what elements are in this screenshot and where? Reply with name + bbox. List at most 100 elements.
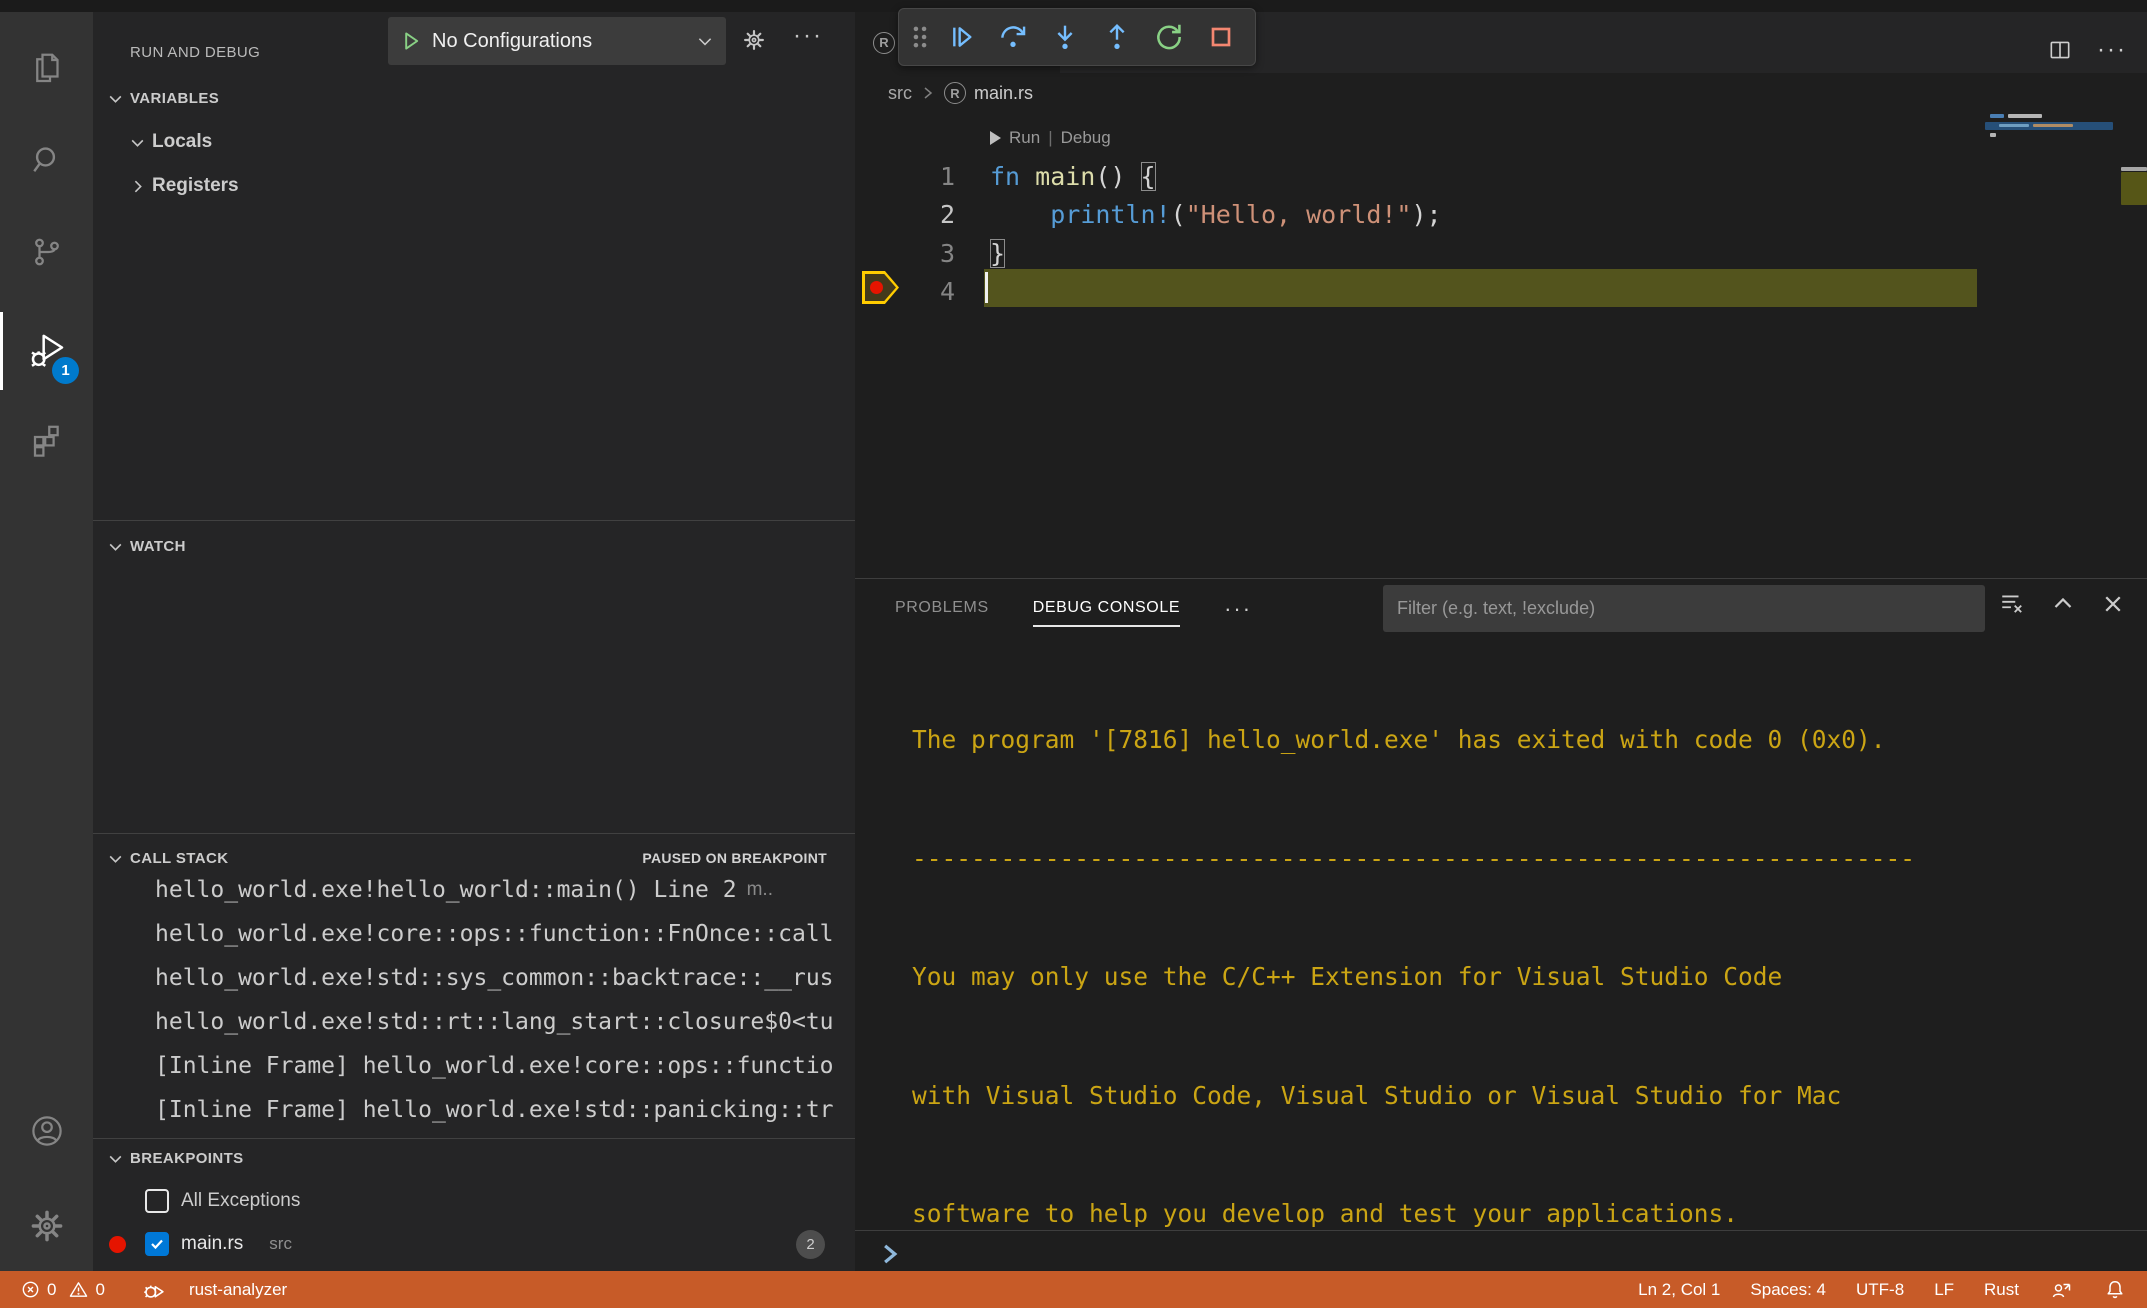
breakpoint-dot-icon <box>109 1236 126 1253</box>
settings-gear-icon[interactable] <box>0 1190 93 1262</box>
account-icon[interactable] <box>0 1095 93 1167</box>
chevron-down-icon <box>696 32 714 50</box>
stack-frame[interactable]: [Inline Frame] hello_world.exe!core::ops… <box>155 1044 855 1088</box>
close-panel-icon[interactable] <box>2101 592 2125 616</box>
debug-console-output: The program '[7816] hello_world.exe' has… <box>912 641 2142 1308</box>
debug-settings-gear-icon[interactable] <box>741 27 767 53</box>
breadcrumb-file[interactable]: main.rs <box>974 83 1033 104</box>
line-number: 1 <box>900 157 955 196</box>
debug-badge: 1 <box>52 357 79 384</box>
debug-status-icon[interactable] <box>141 1277 167 1303</box>
launch-configuration-dropdown[interactable]: No Configurations <box>388 17 726 65</box>
sidebar-title: RUN AND DEBUG <box>130 30 260 74</box>
feedback-icon[interactable] <box>2049 1278 2073 1302</box>
start-debug-icon[interactable] <box>400 30 422 52</box>
minimap[interactable] <box>1985 85 2120 545</box>
stack-frame[interactable]: hello_world.exe!hello_world::main() Line… <box>155 868 855 912</box>
stack-frame[interactable]: hello_world.exe!std::sys_common::backtra… <box>155 956 855 1000</box>
toolbar-gripper-icon[interactable] <box>909 24 931 50</box>
tab-debug-console[interactable]: DEBUG CONSOLE <box>1033 599 1180 627</box>
encoding-status[interactable]: UTF-8 <box>1856 1280 1904 1300</box>
console-line: software to help you develop and test yo… <box>912 1194 2142 1234</box>
chevron-down-icon <box>107 850 124 867</box>
language-status[interactable]: Rust <box>1984 1280 2019 1300</box>
activity-bar: 1 <box>0 12 93 1271</box>
maximize-panel-icon[interactable] <box>2051 592 2075 616</box>
panel-action-icons <box>1999 591 2125 617</box>
tab-problems[interactable]: PROBLEMS <box>895 599 989 627</box>
configuration-label: No Configurations <box>432 30 696 53</box>
split-editor-icon[interactable] <box>2047 37 2073 63</box>
all-exceptions-row[interactable]: All Exceptions <box>93 1181 855 1221</box>
watch-section-header[interactable]: WATCH <box>93 528 855 564</box>
warning-icon <box>68 1279 89 1300</box>
codelens-run-link[interactable]: Run <box>1009 128 1040 148</box>
line-number: 4 <box>900 273 955 312</box>
console-line: with Visual Studio Code, Visual Studio o… <box>912 1076 2142 1116</box>
main-rs-breakpoint-checkbox[interactable] <box>145 1232 169 1256</box>
breakpoint-count-badge: 2 <box>796 1230 825 1259</box>
text-cursor <box>985 272 988 303</box>
lsp-status[interactable]: rust-analyzer <box>189 1280 287 1300</box>
source-control-icon[interactable] <box>0 216 93 288</box>
continue-icon[interactable] <box>939 15 983 59</box>
play-icon <box>990 131 1001 145</box>
stack-frame[interactable]: hello_world.exe!std::rt::lang_start::clo… <box>155 1000 855 1044</box>
notifications-bell-icon[interactable] <box>2103 1278 2127 1302</box>
repl-input-row[interactable] <box>877 1237 903 1271</box>
chevron-down-icon <box>129 134 146 151</box>
status-bar: 0 0 rust-analyzer Ln 2, Col 1 Spaces: 4 … <box>0 1271 2147 1308</box>
bottom-panel: PROBLEMS DEBUG CONSOLE ··· The program '… <box>855 578 2147 1271</box>
section-divider[interactable] <box>93 1138 855 1139</box>
frame-file-hint: m.. <box>747 879 773 901</box>
code-line-1[interactable]: fn main() { <box>990 157 1156 196</box>
extensions-icon[interactable] <box>0 404 93 476</box>
all-exceptions-checkbox[interactable] <box>145 1189 169 1213</box>
step-over-icon[interactable] <box>991 15 1035 59</box>
step-into-icon[interactable] <box>1043 15 1087 59</box>
code-line-2[interactable]: println!("Hello, world!"); <box>990 196 1442 235</box>
line-number: 2 <box>900 196 955 235</box>
console-line: ----------------------------------------… <box>912 839 2142 879</box>
stack-frame[interactable]: [Inline Frame] hello_world.exe!std::pani… <box>155 1088 855 1132</box>
sidebar-more-actions[interactable]: ··· <box>793 22 823 50</box>
breakpoints-section-header[interactable]: BREAKPOINTS <box>93 1140 855 1176</box>
codelens-debug-link[interactable]: Debug <box>1061 128 1111 148</box>
search-icon[interactable] <box>0 124 93 196</box>
error-icon <box>20 1279 41 1300</box>
repl-prompt-chevron-icon <box>877 1241 903 1267</box>
section-divider[interactable] <box>93 833 855 834</box>
rust-file-icon: R <box>873 32 895 54</box>
eol-status[interactable]: LF <box>1934 1280 1954 1300</box>
variables-registers-row[interactable]: Registers <box>93 166 855 206</box>
chevron-down-icon <box>107 90 124 107</box>
variables-locals-row[interactable]: Locals <box>93 122 855 162</box>
stack-frame[interactable]: hello_world.exe!core::ops::function::FnO… <box>155 912 855 956</box>
vscode-window: 1 RUN AND DEBUG <box>0 0 2147 1308</box>
restart-icon[interactable] <box>1147 15 1191 59</box>
section-divider[interactable] <box>93 520 855 521</box>
console-filter-input[interactable] <box>1383 585 1985 632</box>
clear-console-icon[interactable] <box>1999 591 2025 617</box>
breakpoint-main-rs-row[interactable]: main.rs src 2 <box>93 1224 855 1264</box>
breadcrumb[interactable]: src R main.rs <box>888 73 1033 113</box>
panel-more-tabs[interactable]: ··· <box>1224 596 1252 630</box>
problems-status[interactable]: 0 0 <box>20 1279 105 1300</box>
run-and-debug-icon[interactable]: 1 <box>0 314 93 386</box>
editor-more-actions[interactable]: ··· <box>2097 36 2127 64</box>
panel-tabs: PROBLEMS DEBUG CONSOLE ··· <box>895 593 1252 633</box>
explorer-icon[interactable] <box>0 30 93 102</box>
breakpoint-path: src <box>269 1234 292 1254</box>
stop-icon[interactable] <box>1199 15 1243 59</box>
variables-section-header[interactable]: VARIABLES <box>93 80 855 116</box>
debug-current-line-highlight <box>984 269 1977 308</box>
overview-ruler[interactable] <box>2121 73 2147 578</box>
breadcrumb-folder[interactable]: src <box>888 83 912 104</box>
editor-pane: src R main.rs Run | Debug 1 2 3 4 fn ma <box>855 73 2147 578</box>
line-col-status[interactable]: Ln 2, Col 1 <box>1638 1280 1720 1300</box>
breakpoint-current-instruction-icon[interactable] <box>862 271 899 304</box>
console-line: The program '[7816] hello_world.exe' has… <box>912 720 2142 760</box>
step-out-icon[interactable] <box>1095 15 1139 59</box>
code-line-3[interactable]: } <box>990 234 1005 273</box>
indentation-status[interactable]: Spaces: 4 <box>1750 1280 1826 1300</box>
